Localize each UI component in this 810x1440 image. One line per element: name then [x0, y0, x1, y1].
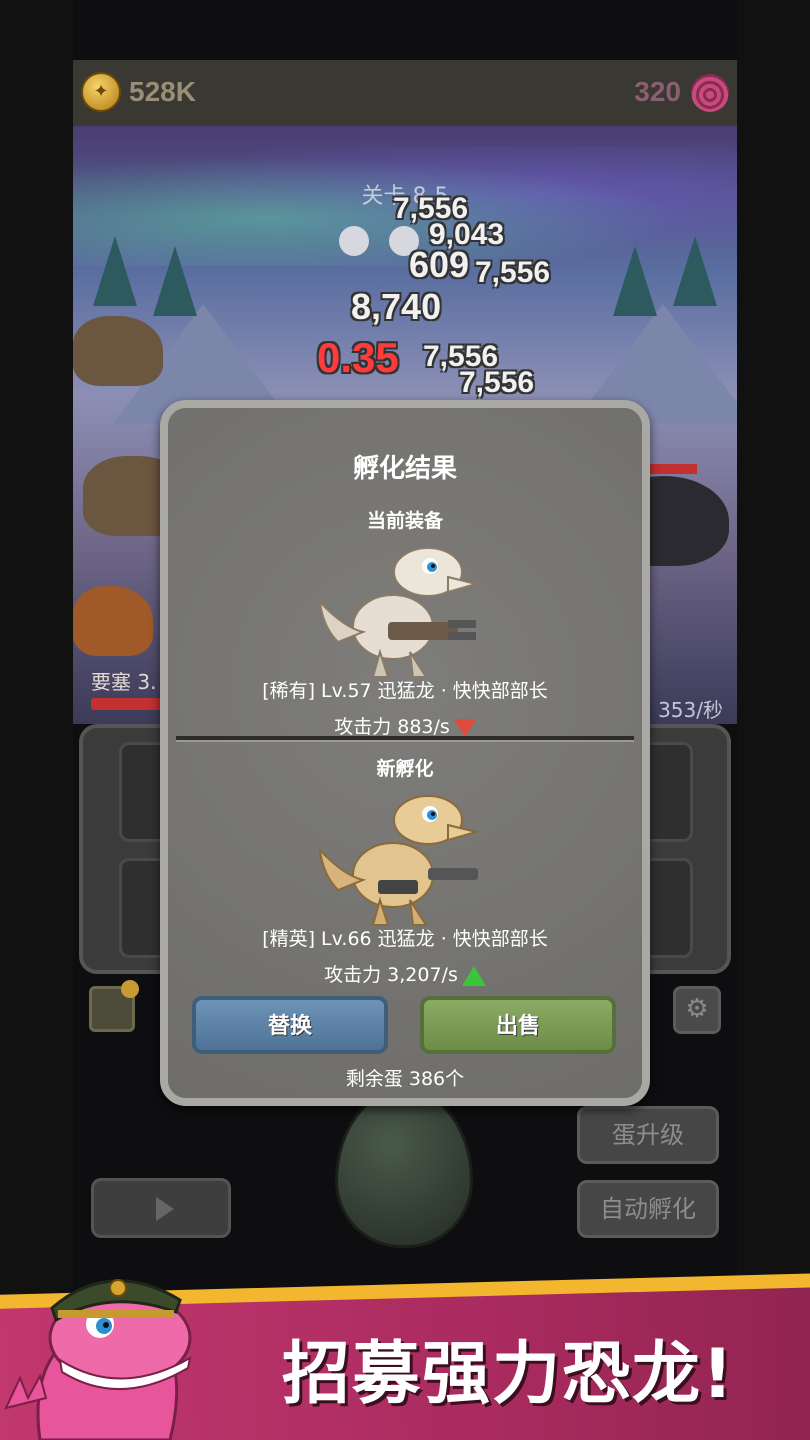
current-equip-heading: 当前装备: [366, 510, 443, 532]
dialog-title: 孵化结果: [352, 454, 457, 484]
current-attack-row: 攻击力 883/s: [168, 712, 642, 739]
new-hatch-heading: 新孵化: [376, 758, 434, 780]
pine-tree: [673, 236, 717, 306]
pine-tree: [613, 246, 657, 316]
damage-number: 609: [409, 244, 470, 285]
dialog-body: 孵化结果 当前装备 [稀有] Lv.57 迅猛龙 · 快快部部长 攻击力 883…: [168, 408, 642, 1098]
new-attack: 攻击力 3,207/s: [324, 964, 458, 986]
pine-tree: [153, 246, 197, 316]
current-attack: 攻击力 883/s: [334, 716, 450, 738]
currency-bar: 528K 320: [73, 60, 737, 126]
pine-tree: [93, 236, 137, 306]
play-video-button[interactable]: [91, 1178, 231, 1238]
increase-arrow-icon: [461, 965, 486, 986]
coin-amount: 528K: [129, 76, 196, 107]
hatch-result-dialog: 孵化结果 当前装备 [稀有] Lv.57 迅猛龙 · 快快部部长 攻击力 883…: [160, 400, 650, 1106]
damage-number: 8,740: [351, 286, 442, 327]
fortress-label: 要塞 3.: [91, 670, 157, 694]
decrease-arrow-icon: [453, 718, 476, 737]
settings-gear-icon[interactable]: ⚙: [673, 986, 721, 1034]
notification-badge: [121, 980, 139, 998]
current-raptor-image: [318, 547, 480, 678]
enemy-hp-bar: [647, 464, 697, 474]
current-dino-info: [稀有] Lv.57 迅猛龙 · 快快部部长: [262, 680, 548, 702]
new-raptor-image: [318, 795, 480, 926]
section-divider: [176, 736, 634, 742]
hatch-egg[interactable]: [335, 1088, 473, 1248]
replace-button[interactable]: 替换: [192, 996, 388, 1054]
auto-hatch-button[interactable]: 自动孵化: [577, 1180, 719, 1238]
sell-button[interactable]: 出售: [420, 996, 616, 1054]
upgrade-egg-button[interactable]: 蛋升级: [577, 1106, 719, 1164]
new-attack-row: 攻击力 3,207/s: [168, 960, 642, 987]
dps-readout: 353/秒: [658, 698, 723, 722]
damage-number: 7,556: [459, 366, 535, 399]
gold-coin-icon: [81, 72, 121, 112]
banner-slogan: 招募强力恐龙!: [282, 1335, 736, 1414]
pink-dino-mascot-image: [4, 1279, 192, 1440]
ally-dino: [73, 586, 153, 656]
remaining-eggs: 剩余蛋 386个: [345, 1068, 465, 1090]
new-dino-info: [精英] Lv.66 迅猛龙 · 快快部部长: [262, 928, 548, 950]
damage-number-critical: 0.35: [317, 334, 399, 381]
shell-currency-icon: [691, 74, 729, 112]
wave-dot: [339, 226, 369, 256]
shell-amount: 320: [634, 76, 681, 107]
ally-dino: [73, 316, 163, 386]
damage-number: 7,556: [475, 256, 551, 289]
